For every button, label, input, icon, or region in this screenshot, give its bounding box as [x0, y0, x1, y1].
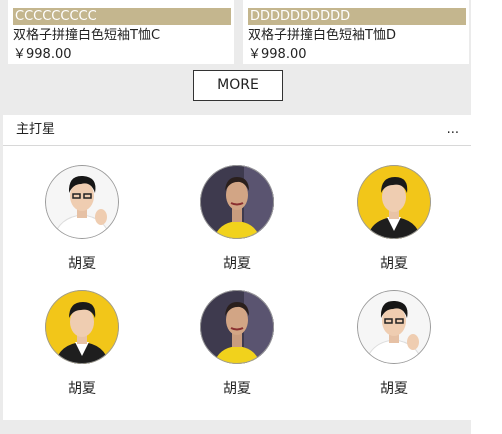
- product-title[interactable]: 双格子拼撞白色短袖T恤D: [248, 27, 396, 44]
- star-name: 胡夏: [68, 381, 96, 397]
- portrait-image: [200, 290, 274, 364]
- avatar: [45, 165, 119, 239]
- star-name: 胡夏: [380, 381, 408, 397]
- product-price: ￥998.00: [13, 47, 72, 62]
- star-name: 胡夏: [223, 256, 251, 272]
- product-card[interactable]: DDDDDDDDDD 双格子拼撞白色短袖T恤D ￥998.00: [243, 0, 469, 64]
- star-item[interactable]: 胡夏: [334, 165, 454, 285]
- more-options-icon[interactable]: ...: [447, 121, 459, 139]
- featured-stars-section: 主打星 ... 胡夏 胡夏 胡夏 胡夏 胡夏 胡夏: [3, 115, 471, 420]
- section-title: 主打星: [16, 122, 56, 137]
- star-name: 胡夏: [380, 256, 408, 272]
- app-container: CCCCCCCCC 双格子拼撞白色短袖T恤C ￥998.00 DDDDDDDDD…: [0, 0, 471, 434]
- star-item[interactable]: 胡夏: [334, 290, 454, 410]
- avatar: [357, 290, 431, 364]
- right-gutter: [471, 0, 502, 434]
- portrait-image: [45, 165, 119, 239]
- product-tag: DDDDDDDDDD: [248, 8, 466, 25]
- portrait-image: [357, 165, 431, 239]
- star-item[interactable]: 胡夏: [22, 165, 142, 285]
- star-item[interactable]: 胡夏: [177, 290, 297, 410]
- section-header: 主打星 ...: [3, 115, 471, 146]
- product-price: ￥998.00: [248, 47, 307, 62]
- star-item[interactable]: 胡夏: [22, 290, 142, 410]
- portrait-image: [45, 290, 119, 364]
- avatar: [45, 290, 119, 364]
- product-card[interactable]: CCCCCCCCC 双格子拼撞白色短袖T恤C ￥998.00: [8, 0, 234, 64]
- star-name: 胡夏: [68, 256, 96, 272]
- avatar: [200, 290, 274, 364]
- product-title[interactable]: 双格子拼撞白色短袖T恤C: [13, 27, 160, 44]
- star-item[interactable]: 胡夏: [177, 165, 297, 285]
- avatar: [357, 165, 431, 239]
- portrait-image: [200, 165, 274, 239]
- portrait-image: [357, 290, 431, 364]
- more-button[interactable]: MORE: [193, 70, 283, 101]
- star-name: 胡夏: [223, 381, 251, 397]
- avatar: [200, 165, 274, 239]
- product-tag: CCCCCCCCC: [13, 8, 231, 25]
